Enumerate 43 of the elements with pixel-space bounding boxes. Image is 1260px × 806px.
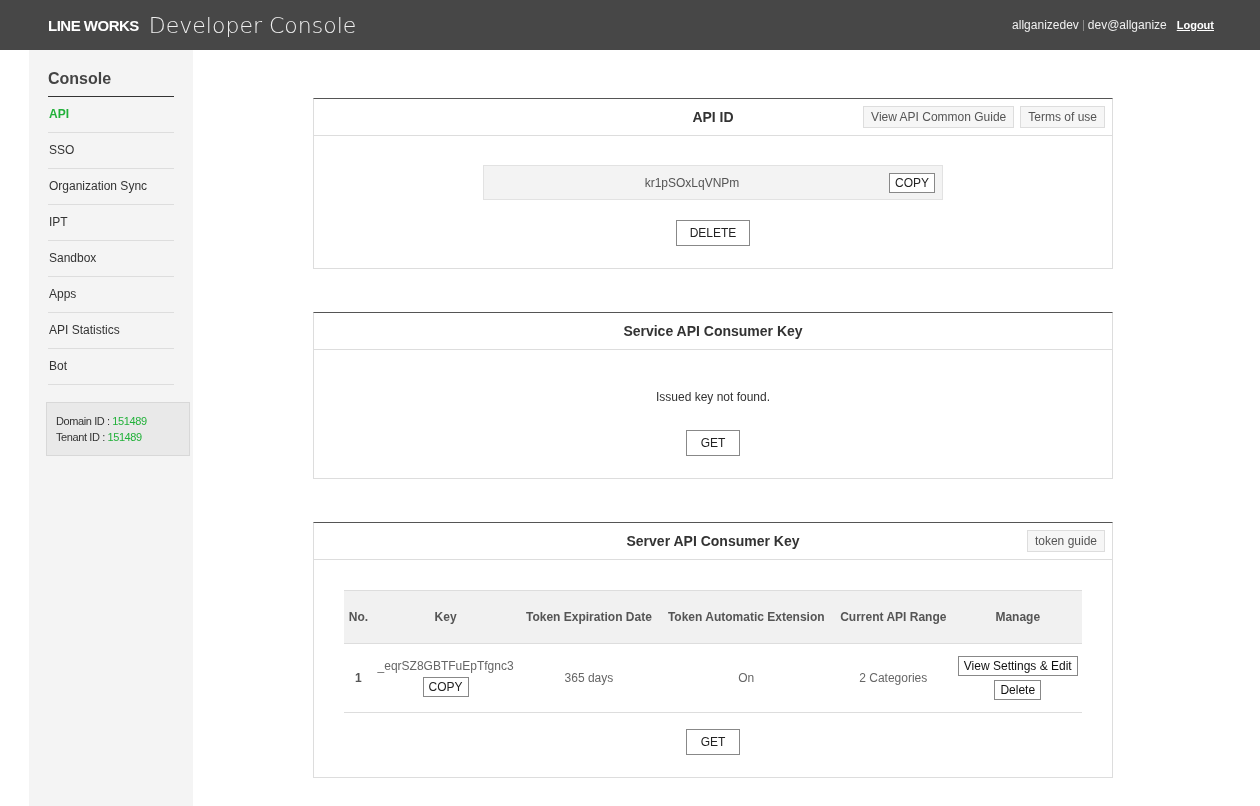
panel-title: Server API Consumer Key bbox=[626, 533, 800, 549]
column-header: Manage bbox=[953, 590, 1082, 644]
sidebar-item[interactable]: SSO bbox=[48, 133, 174, 169]
guide-button[interactable]: token guide bbox=[1026, 530, 1105, 552]
delete-button[interactable]: DELETE bbox=[675, 220, 751, 246]
sidebar-item[interactable]: IPT bbox=[48, 205, 174, 241]
console-title: Developer Console bbox=[148, 12, 357, 38]
info-value: 151489 bbox=[107, 431, 142, 443]
panel-title: API ID bbox=[692, 109, 734, 125]
user-name: allganizedev bbox=[1012, 18, 1079, 32]
sidebar-item[interactable]: Organization Sync bbox=[48, 169, 174, 205]
user-email: dev@allganize bbox=[1087, 18, 1167, 32]
delete-button[interactable]: Delete bbox=[994, 680, 1042, 700]
column-header: Key bbox=[372, 590, 519, 644]
info-value: 151489 bbox=[112, 415, 147, 427]
key-value: kr1pSOxLqVNPm bbox=[643, 175, 741, 190]
column-header: Token Expiration Date bbox=[518, 590, 660, 644]
sidebar-item[interactable]: API Statistics bbox=[48, 313, 174, 349]
copy-button[interactable]: COPY bbox=[889, 172, 935, 193]
logo-text: LINE WORKS bbox=[48, 16, 139, 34]
key-value: _eqrSZ8GBTFuEpTfgnc3 bbox=[377, 659, 514, 673]
table-cell: On bbox=[659, 643, 834, 713]
edit-button[interactable]: View Settings & Edit bbox=[957, 656, 1078, 676]
get-button[interactable]: GET bbox=[686, 430, 740, 456]
info-label: Tenant ID : bbox=[56, 431, 105, 443]
copy-button[interactable]: COPY bbox=[422, 677, 469, 697]
sidebar-title: Console bbox=[48, 70, 174, 97]
table-cell: 2 Categories bbox=[833, 643, 954, 713]
column-header: Current API Range bbox=[833, 590, 954, 644]
empty-message: Issued key not found. bbox=[655, 390, 771, 404]
column-header: Token Automatic Extension bbox=[659, 590, 834, 644]
guide-button[interactable]: Terms of use bbox=[1020, 106, 1105, 128]
get-button[interactable]: GET bbox=[686, 729, 740, 755]
table-cell: 1 bbox=[344, 643, 373, 713]
guide-button[interactable]: View API Common Guide bbox=[863, 106, 1015, 128]
sidebar-item[interactable]: Sandbox bbox=[48, 241, 174, 277]
column-header: No. bbox=[344, 590, 373, 644]
panel-title: Service API Consumer Key bbox=[623, 323, 803, 339]
logout-link[interactable]: Logout bbox=[1176, 19, 1214, 31]
table-cell: 365 days bbox=[518, 643, 660, 713]
info-label: Domain ID : bbox=[56, 415, 110, 427]
sidebar-item[interactable]: Bot bbox=[48, 349, 174, 385]
sidebar-item[interactable]: Apps bbox=[48, 277, 174, 313]
